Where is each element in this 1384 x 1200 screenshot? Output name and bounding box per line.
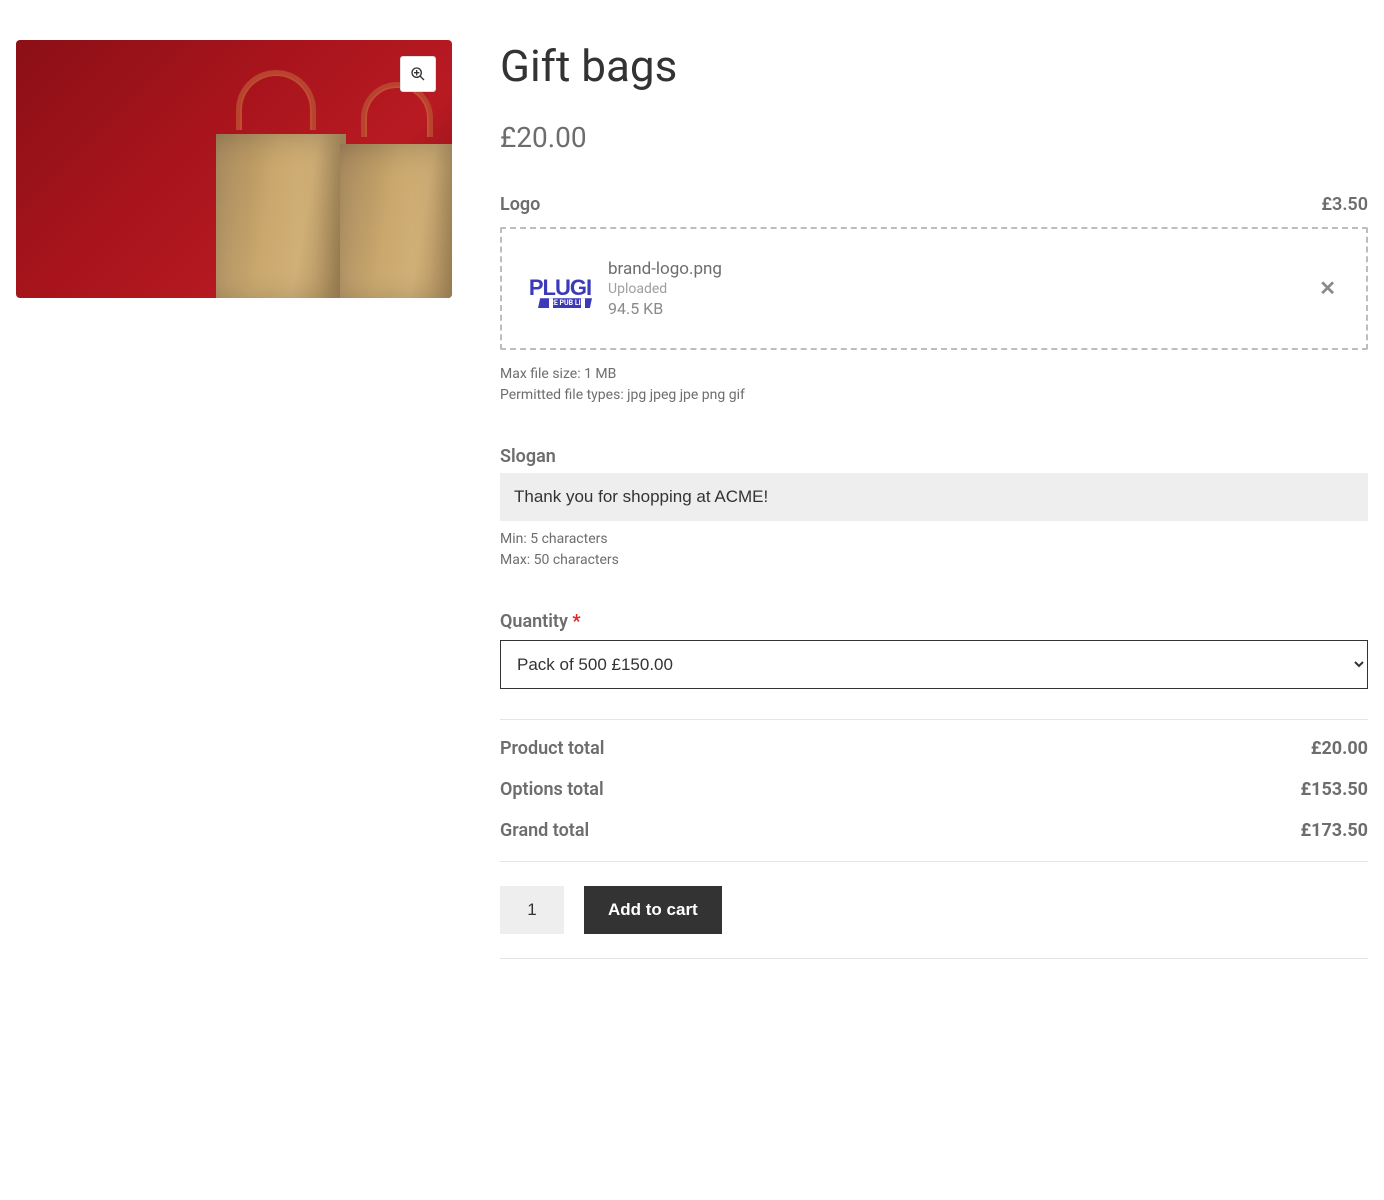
- product-total-label: Product total: [500, 738, 604, 759]
- uploaded-file-status: Uploaded: [608, 281, 1293, 297]
- bag-graphic: [340, 144, 452, 298]
- product-price: £20.00: [500, 121, 1368, 154]
- add-to-cart-button[interactable]: Add to cart: [584, 886, 722, 934]
- remove-file-button[interactable]: ✕: [1309, 272, 1346, 304]
- product-image[interactable]: [16, 40, 452, 298]
- zoom-icon: [410, 66, 426, 82]
- cart-quantity-input[interactable]: [500, 886, 564, 934]
- logo-hint-size: Max file size: 1 MB: [500, 364, 1368, 385]
- uploaded-file-size: 94.5 KB: [608, 299, 1293, 318]
- grand-total-value: £173.50: [1300, 820, 1368, 841]
- logo-price: £3.50: [1321, 194, 1368, 215]
- required-indicator: *: [572, 611, 580, 632]
- logo-dropzone[interactable]: PLUGI RE PUB LI brand-logo.png Uploaded …: [500, 227, 1368, 350]
- grand-total-label: Grand total: [500, 820, 589, 841]
- product-total-value: £20.00: [1311, 738, 1368, 759]
- product-title: Gift bags: [500, 40, 1368, 93]
- close-icon: ✕: [1319, 276, 1336, 300]
- uploaded-file-name: brand-logo.png: [608, 259, 1293, 279]
- bag-handle-graphic: [236, 70, 316, 130]
- quantity-select[interactable]: Pack of 500 £150.00: [500, 640, 1368, 689]
- zoom-button[interactable]: [400, 56, 436, 92]
- logo-label: Logo: [500, 194, 540, 215]
- slogan-hint-max: Max: 50 characters: [500, 550, 1368, 571]
- quantity-label-text: Quantity: [500, 611, 568, 632]
- uploaded-file-thumbnail: PLUGI RE PUB LI: [522, 266, 592, 310]
- logo-hint-types: Permitted file types: jpg jpeg jpe png g…: [500, 385, 1368, 406]
- thumb-banner: RE PUB LI: [538, 298, 592, 308]
- slogan-label: Slogan: [500, 446, 1368, 467]
- quantity-label: Quantity *: [500, 611, 1368, 632]
- bag-graphic: [216, 134, 346, 298]
- slogan-input[interactable]: [500, 473, 1368, 521]
- options-total-value: £153.50: [1300, 779, 1368, 800]
- thumb-text: PLUGI: [529, 277, 591, 299]
- options-total-label: Options total: [500, 779, 604, 800]
- slogan-hint-min: Min: 5 characters: [500, 529, 1368, 550]
